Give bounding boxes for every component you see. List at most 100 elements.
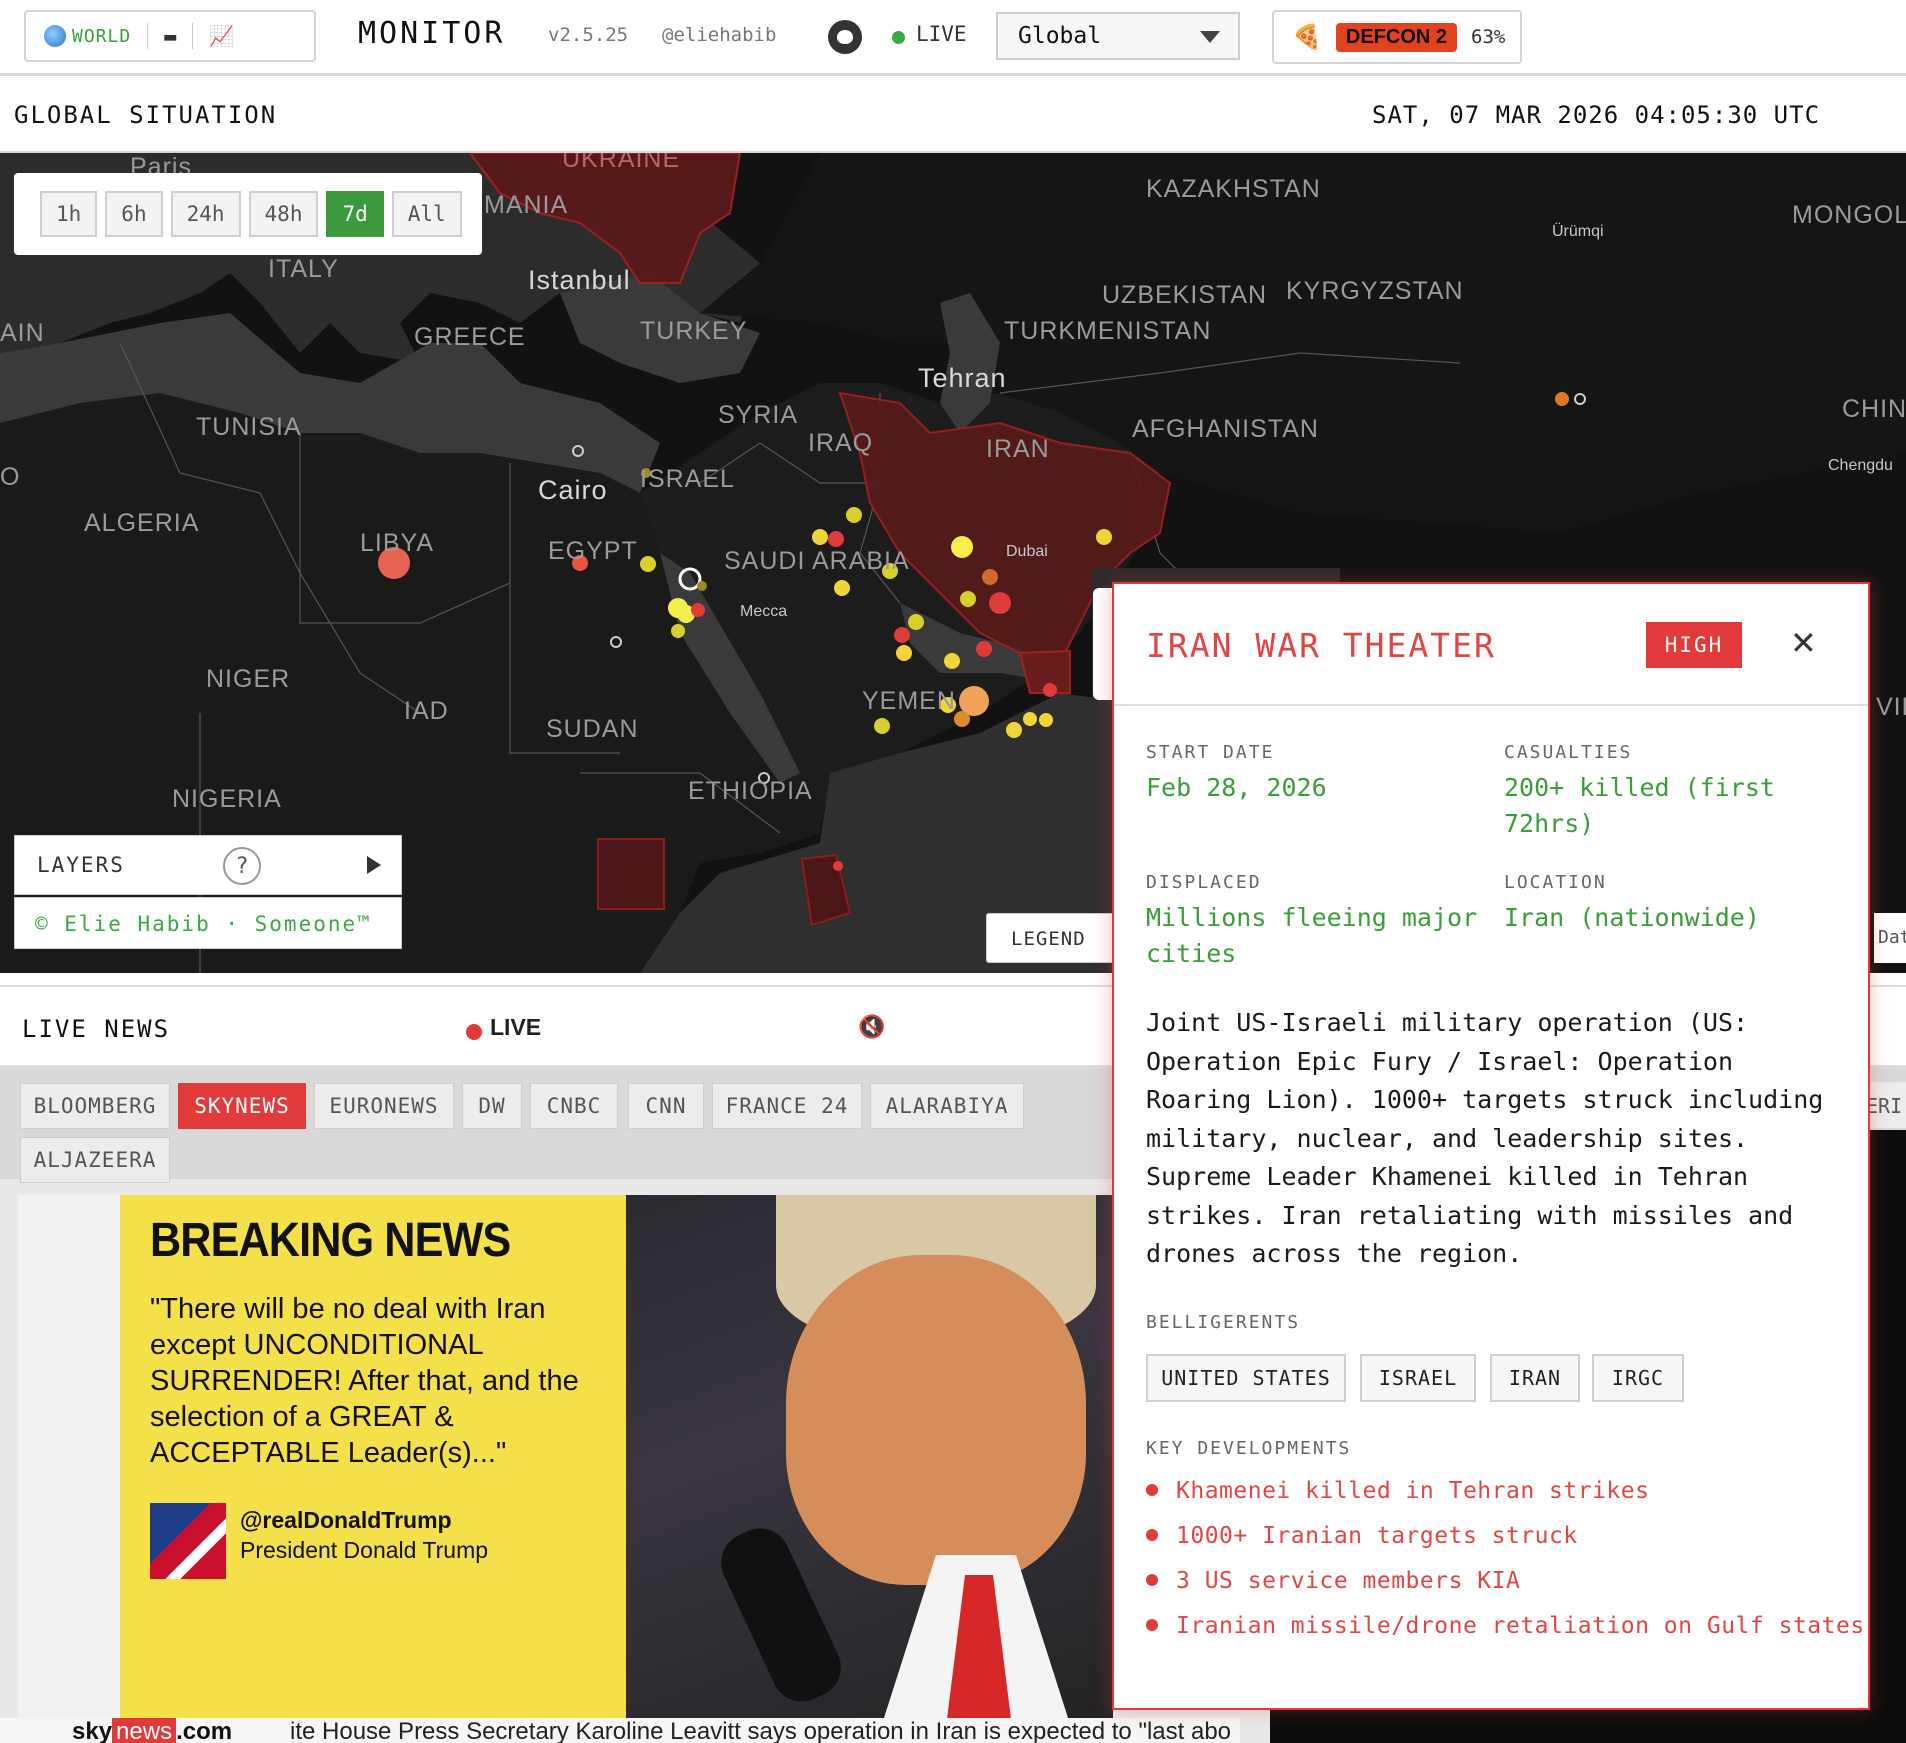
- situation-header: GLOBAL SITUATION SAT, 07 MAR 2026 04:05:…: [0, 79, 1906, 153]
- world-mode-label: WORLD: [72, 25, 132, 47]
- mute-icon[interactable]: 🔇: [858, 1015, 885, 1040]
- defcon-badge: DEFCON 2: [1335, 22, 1458, 52]
- live-status-label: LIVE: [916, 22, 967, 46]
- popup-title: IRAN WAR THEATER: [1146, 626, 1496, 665]
- ticker-text: ite House Press Secretary Karoline Leavi…: [290, 1718, 1232, 1743]
- development-text: Khamenei killed in Tehran strikes: [1176, 1478, 1650, 1504]
- time-filter-1h[interactable]: 1h: [40, 191, 98, 237]
- belligerent-tag: ISRAEL: [1360, 1354, 1476, 1402]
- belligerent-tag: IRAN: [1490, 1354, 1580, 1402]
- map-label-tunisia: TUNISIA: [196, 413, 302, 441]
- event-marker: [671, 624, 685, 638]
- layers-label: LAYERS: [37, 853, 125, 877]
- breaking-news-quote: "There will be no deal with Iran except …: [150, 1293, 579, 1469]
- top-bar: WORLD ▬ 📈 MONITOR v2.5.25 @eliehabib LIV…: [0, 0, 1906, 76]
- map-label-urumqi: Ürümqi: [1552, 223, 1604, 240]
- view-mode-switch: WORLD ▬ 📈: [24, 10, 316, 62]
- development-item: 1000+ Iranian targets struck: [1146, 1523, 1578, 1549]
- chart-icon[interactable]: 📈: [209, 24, 234, 48]
- map-label-kyrgyzstan: KYRGYZSTAN: [1286, 277, 1464, 305]
- defcon-indicator[interactable]: 🍕 DEFCON 2 63%: [1272, 10, 1522, 64]
- start-date-label: START DATE: [1146, 742, 1275, 763]
- bullet-icon: [1146, 1618, 1158, 1631]
- time-filter-all[interactable]: All: [391, 191, 462, 237]
- tab-euronews[interactable]: EURONEWS: [314, 1083, 454, 1129]
- event-marker: [640, 556, 656, 572]
- tab-skynews[interactable]: SKYNEWS: [178, 1083, 306, 1129]
- tab-france24[interactable]: FRANCE 24: [712, 1083, 862, 1129]
- event-marker: [1043, 683, 1057, 697]
- event-marker: [982, 569, 998, 585]
- location-value: Iran (nationwide): [1504, 903, 1760, 932]
- divider: [147, 23, 149, 49]
- map-label-turkmenistan: TURKMENISTAN: [1004, 317, 1212, 345]
- map-label-greece: GREECE: [414, 323, 526, 351]
- event-marker: [1039, 713, 1053, 727]
- displaced-value: Millions fleeing major cities: [1146, 903, 1478, 968]
- popup-header: IRAN WAR THEATER HIGH ✕: [1114, 584, 1868, 706]
- defcon-percent: 63%: [1471, 26, 1506, 48]
- map-label-mongolia: MONGOL: [1792, 201, 1906, 229]
- development-text: Iranian missile/drone retaliation on Gul…: [1176, 1613, 1865, 1639]
- breaking-news-headline: BREAKING NEWS: [150, 1214, 511, 1267]
- map-label-chengdu: Chengdu: [1828, 457, 1893, 474]
- divider: [192, 23, 194, 49]
- author-handle-link[interactable]: @eliehabib: [662, 24, 776, 46]
- casualties-value: 200+ killed (first 72hrs): [1504, 773, 1775, 838]
- event-marker: [989, 592, 1011, 614]
- region-select[interactable]: Global: [996, 12, 1240, 60]
- event-marker: [896, 645, 912, 661]
- event-marker: [691, 603, 705, 617]
- legend-button[interactable]: LEGEND: [986, 913, 1116, 963]
- live-indicator-dot: [466, 1024, 482, 1040]
- live-indicator-label: LIVE: [490, 1014, 542, 1040]
- time-filter-6h[interactable]: 6h: [105, 191, 163, 237]
- map-label-israel: ISRAEL: [640, 465, 735, 493]
- map-label-istanbul: Istanbul: [528, 265, 631, 295]
- map-label-spain: AIN: [0, 319, 45, 347]
- belligerent-tag: UNITED STATES: [1146, 1354, 1346, 1402]
- map-label-iraq: IRAQ: [808, 429, 874, 457]
- avatar: [150, 1503, 226, 1579]
- tab-cnn[interactable]: CNN: [628, 1083, 704, 1129]
- development-item: Khamenei killed in Tehran strikes: [1146, 1478, 1649, 1504]
- layers-panel-toggle[interactable]: LAYERS ?: [14, 835, 402, 895]
- monitor-icon[interactable]: ▬: [164, 24, 176, 48]
- photo-face: [786, 1255, 1086, 1585]
- close-icon[interactable]: ✕: [1790, 624, 1817, 662]
- conflict-description: Joint US-Israeli military operation (US:…: [1146, 1008, 1824, 1268]
- tweet-handle: @realDonaldTrump: [240, 1507, 452, 1533]
- utc-clock: SAT, 07 MAR 2026 04:05:30 UTC: [1372, 101, 1821, 129]
- credit-link[interactable]: © Elie Habib · Someone™: [14, 897, 402, 949]
- tab-bloomberg[interactable]: BLOOMBERG: [20, 1083, 170, 1129]
- world-mode-button[interactable]: WORLD: [44, 25, 131, 47]
- map-label-cairo: Cairo: [538, 475, 608, 505]
- key-developments-label: KEY DEVELOPMENTS: [1146, 1438, 1352, 1459]
- tab-cnbc[interactable]: CNBC: [530, 1083, 618, 1129]
- start-date-value: Feb 28, 2026: [1146, 773, 1327, 802]
- time-filter-48h[interactable]: 48h: [248, 191, 319, 237]
- live-video-player[interactable]: BREAKING NEWS "There will be no deal wit…: [18, 1195, 1113, 1743]
- time-filter-24h[interactable]: 24h: [170, 191, 241, 237]
- map-label-saudi-arabia: SAUDI ARABIA: [724, 547, 910, 575]
- tab-aljazeera[interactable]: ALJAZEERA: [20, 1137, 170, 1183]
- tab-dw[interactable]: DW: [462, 1083, 522, 1129]
- version-label: v2.5.25: [548, 24, 629, 46]
- play-icon[interactable]: [367, 856, 381, 874]
- globe-icon: [44, 25, 66, 47]
- map-label-romania: MANIA: [484, 191, 569, 219]
- time-filter-7d[interactable]: 7d: [326, 191, 384, 237]
- development-item: 3 US service members KIA: [1146, 1568, 1520, 1594]
- tab-alarabiya[interactable]: ALARABIYA: [870, 1083, 1024, 1129]
- help-icon[interactable]: ?: [223, 847, 261, 885]
- belligerent-tag: IRGC: [1592, 1354, 1684, 1402]
- event-marker: [1023, 712, 1037, 726]
- event-marker: [954, 711, 970, 727]
- live-news-title: LIVE NEWS: [22, 1015, 171, 1043]
- bullet-icon: [1146, 1528, 1158, 1541]
- ticker-logo-post: .com: [176, 1718, 233, 1743]
- bullet-icon: [1146, 1573, 1158, 1586]
- tweet-author-name: President Donald Trump: [240, 1537, 489, 1563]
- map-label-morocco: O: [0, 463, 21, 491]
- github-icon[interactable]: [828, 20, 862, 54]
